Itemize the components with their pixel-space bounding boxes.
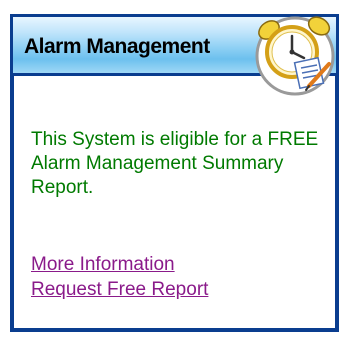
request-free-report-link[interactable]: Request Free Report [31, 278, 208, 302]
eligibility-message: This System is eligible for a FREE Alarm… [31, 129, 319, 198]
more-information-link[interactable]: More Information [31, 253, 175, 277]
alarm-clock-report-icon [255, 16, 335, 96]
panel-title: Alarm Management [24, 35, 210, 58]
